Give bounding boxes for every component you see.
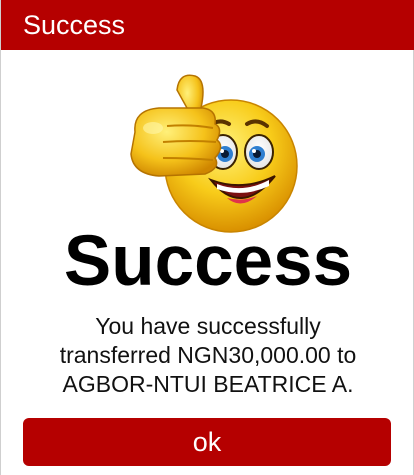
thumbs-up-smiley-icon: [130, 74, 298, 233]
success-message: You have successfully transferred NGN30,…: [1, 312, 414, 399]
message-line: You have successfully: [95, 313, 321, 339]
ok-button[interactable]: ok: [23, 418, 391, 466]
success-headline: Success: [63, 222, 353, 301]
message-line: AGBOR-NTUI BEATRICE A.: [62, 371, 354, 397]
message-line: transferred NGN30,000.00 to: [59, 342, 357, 368]
dialog-title: Success: [23, 10, 126, 40]
success-dialog: Success Success You have successfully tr…: [0, 0, 414, 475]
dialog-titlebar: Success: [1, 0, 414, 50]
